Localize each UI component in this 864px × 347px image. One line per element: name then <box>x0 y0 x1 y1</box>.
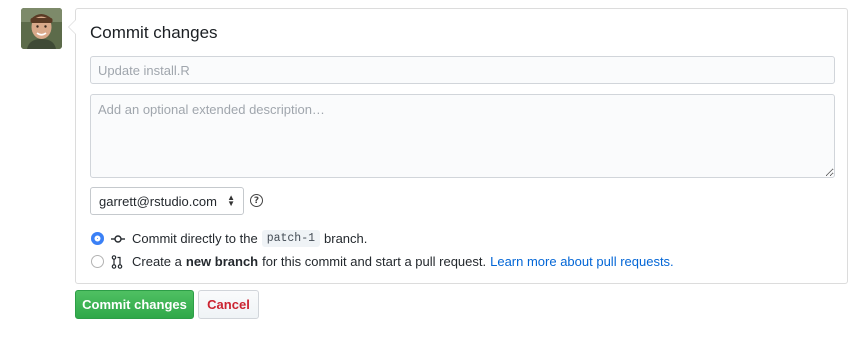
commit-direct-option[interactable]: Commit directly to the patch-1 branch. <box>91 230 367 247</box>
select-arrows-icon: ▲ ▼ <box>227 193 235 208</box>
new-branch-label-prefix: Create a <box>132 254 182 269</box>
new-branch-label-bold: new branch <box>185 254 259 269</box>
commit-summary-input[interactable] <box>90 56 835 84</box>
new-branch-option[interactable]: Create a new branch for this commit and … <box>91 254 674 269</box>
commit-changes-button[interactable]: Commit changes <box>75 290 194 319</box>
question-circle-icon[interactable]: ? <box>250 194 263 207</box>
avatar[interactable] <box>21 8 62 49</box>
new-branch-label-suffix: for this commit and start a pull request… <box>262 254 487 269</box>
pull-request-help-link[interactable]: Learn more about pull requests. <box>490 254 674 269</box>
commit-direct-label-prefix: Commit directly to the <box>132 231 258 246</box>
commit-form: Commit changes garrett@rstudio.com ▲▼ ? … <box>68 8 848 284</box>
commit-direct-label-suffix: branch. <box>324 231 368 246</box>
new-branch-radio[interactable] <box>91 255 104 268</box>
author-email-select[interactable]: garrett@rstudio.com ▲ ▼ <box>90 187 244 215</box>
commit-direct-radio[interactable] <box>91 232 104 245</box>
cancel-button[interactable]: Cancel <box>198 290 259 319</box>
form-title: Commit changes <box>90 23 218 42</box>
git-pull-request-icon <box>111 254 125 269</box>
commit-description-textarea[interactable] <box>90 94 835 178</box>
git-commit-icon <box>111 232 125 246</box>
author-email-value: garrett@rstudio.com <box>99 193 217 209</box>
branch-name: patch-1 <box>261 230 321 247</box>
